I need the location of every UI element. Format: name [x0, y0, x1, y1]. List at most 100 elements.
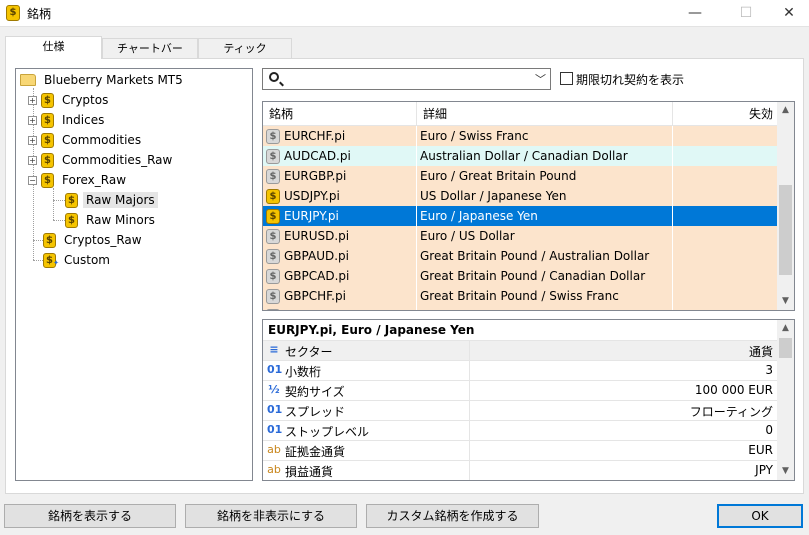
tree-root[interactable]: Blueberry Markets MT5: [20, 71, 186, 89]
description-cell: Euro / Swiss Franc: [417, 126, 673, 146]
tab-specification[interactable]: 仕様: [5, 36, 102, 59]
symbol-name: AUDCAD.pi: [284, 149, 351, 163]
table-row[interactable]: $ EURUSD.pi Euro / US Dollar: [263, 226, 779, 246]
property-value: 0: [765, 423, 773, 437]
minimize-button[interactable]: —: [672, 0, 718, 26]
expiry-cell: [673, 306, 779, 310]
property-row[interactable]: ½ 契約サイズ 100 000 EUR: [263, 380, 779, 400]
tree-item-forex-raw[interactable]: − $ Forex_Raw: [28, 171, 129, 189]
expand-icon[interactable]: +: [28, 135, 37, 145]
ok-button[interactable]: OK: [717, 504, 803, 528]
tree-item-cryptos[interactable]: + $ Cryptos: [28, 91, 111, 109]
column-divider: [469, 341, 470, 360]
collapse-icon[interactable]: −: [28, 175, 37, 185]
tree-item-cryptos-raw[interactable]: $ Cryptos_Raw: [43, 231, 145, 249]
property-name: 証拠金通貨: [285, 445, 346, 459]
show-expired-checkbox[interactable]: [560, 72, 573, 85]
property-row[interactable]: ≡ セクター 通貨: [263, 340, 779, 360]
symbol-name: GBPAUD.pi: [284, 249, 349, 263]
coin-icon: $: [266, 148, 280, 164]
column-divider: [469, 361, 470, 380]
symbol-name: EURCHF.pi: [284, 129, 346, 143]
symbol-tree[interactable]: Blueberry Markets MT5 + $ Cryptos + $ In…: [15, 68, 253, 481]
table-row[interactable]: $ EURCHF.pi Euro / Swiss Franc: [263, 126, 779, 146]
table-row[interactable]: $ GBPAUD.pi Great Britain Pound / Australi…: [263, 246, 779, 266]
scroll-down-icon[interactable]: ▼: [777, 293, 794, 310]
sector-icon: ≡: [269, 343, 279, 356]
tree-item-raw-minors[interactable]: $ Raw Minors: [65, 211, 158, 229]
table-row[interactable]: $ USDJPY.pi US Dollar / Japanese Yen: [263, 186, 779, 206]
scroll-up-icon[interactable]: ▲: [777, 102, 794, 119]
properties-scrollbar[interactable]: ▲ ▼: [777, 320, 794, 480]
coin-icon: $: [41, 92, 54, 108]
property-row[interactable]: 01 小数桁 3: [263, 360, 779, 380]
property-value: フローティング: [689, 405, 773, 419]
column-header-expiry[interactable]: 失効: [673, 102, 779, 126]
property-row[interactable]: ab 損益通貨 JPY: [263, 460, 779, 480]
folder-icon: [20, 74, 36, 86]
property-name: スプレッド: [285, 405, 346, 419]
properties-title: EURJPY.pi, Euro / Japanese Yen: [268, 323, 475, 337]
description-cell: Great Britain Pound / Swiss Franc: [417, 286, 673, 306]
show-symbol-button[interactable]: 銘柄を表示する: [4, 504, 176, 528]
expiry-cell: [673, 146, 779, 166]
coin-icon: $: [266, 168, 280, 184]
title-bar: $ 銘柄 — ☐ ✕: [0, 0, 809, 27]
table-row[interactable]: $ GBPCHF.pi Great Britain Pound / Swiss Fr…: [263, 286, 779, 306]
table-row[interactable]: $: [263, 306, 779, 310]
table-row[interactable]: $ EURJPY.pi Euro / Japanese Yen: [263, 206, 779, 226]
expand-icon[interactable]: +: [28, 95, 37, 105]
coin-icon: $: [266, 288, 280, 304]
property-value: EUR: [748, 443, 773, 457]
hide-symbol-button[interactable]: 銘柄を非表示にする: [185, 504, 357, 528]
scroll-thumb[interactable]: [779, 338, 792, 358]
table-row[interactable]: $ AUDCAD.pi Australian Dollar / Canadian D…: [263, 146, 779, 166]
scroll-up-icon[interactable]: ▲: [777, 320, 794, 337]
integer-icon: 01: [267, 363, 283, 376]
tree-item-commodities[interactable]: + $ Commodities: [28, 131, 144, 149]
tree-item-label: Commodities_Raw: [62, 153, 173, 167]
symbol-search-combo[interactable]: ﹀: [262, 68, 551, 90]
expand-icon[interactable]: +: [28, 115, 37, 125]
tree-item-raw-majors[interactable]: $ Raw Majors: [65, 191, 158, 209]
close-button[interactable]: ✕: [766, 0, 809, 26]
property-row[interactable]: 01 スプレッド フローティング: [263, 400, 779, 420]
scroll-thumb[interactable]: [779, 185, 792, 275]
create-custom-symbol-button[interactable]: カスタム銘柄を作成する: [366, 504, 539, 528]
description-cell: Great Britain Pound / Australian Dollar: [417, 246, 673, 266]
coin-icon: $: [6, 5, 20, 21]
symbol-cell: $: [263, 306, 417, 310]
tab-chart-bars[interactable]: チャートバー: [102, 38, 198, 58]
tree-root-label: Blueberry Markets MT5: [44, 73, 183, 87]
tree-item-indices[interactable]: + $ Indices: [28, 111, 107, 129]
search-input[interactable]: [287, 70, 523, 88]
column-header-symbol[interactable]: 銘柄: [263, 102, 417, 126]
chevron-down-icon[interactable]: ﹀: [535, 71, 546, 87]
column-header-description[interactable]: 詳細: [417, 102, 673, 126]
coin-icon: $: [41, 172, 54, 188]
custom-coin-icon: $: [43, 252, 59, 270]
symbol-cell: $ EURJPY.pi: [263, 206, 417, 226]
symbol-name: EURUSD.pi: [284, 229, 350, 243]
tree-connector: [33, 260, 43, 261]
property-value: 通貨: [748, 345, 773, 359]
property-value: 3: [765, 363, 773, 377]
table-row[interactable]: $ GBPCAD.pi Great Britain Pound / Canadian…: [263, 266, 779, 286]
tab-ticks[interactable]: ティック: [198, 38, 292, 58]
maximize-button[interactable]: ☐: [723, 0, 769, 26]
coin-icon: $: [266, 128, 280, 144]
table-row[interactable]: $ EURGBP.pi Euro / Great Britain Pound: [263, 166, 779, 186]
scroll-down-icon[interactable]: ▼: [777, 463, 794, 480]
description-cell: Great Britain Pound / Canadian Dollar: [417, 266, 673, 286]
tree-item-commodities-raw[interactable]: + $ Commodities_Raw: [28, 151, 175, 169]
description-cell: Australian Dollar / Canadian Dollar: [417, 146, 673, 166]
expand-icon[interactable]: +: [28, 155, 37, 165]
coin-icon: $: [43, 232, 56, 248]
tree-item-custom[interactable]: $ Custom: [43, 251, 113, 270]
property-row[interactable]: 01 ストップレベル 0: [263, 420, 779, 440]
symbol-name: EURGBP.pi: [284, 169, 347, 183]
property-row[interactable]: ab 証拠金通貨 EUR: [263, 440, 779, 460]
table-scrollbar[interactable]: ▲ ▼: [777, 102, 794, 310]
column-divider: [469, 441, 470, 460]
symbol-name: USDJPY.pi: [284, 189, 340, 203]
